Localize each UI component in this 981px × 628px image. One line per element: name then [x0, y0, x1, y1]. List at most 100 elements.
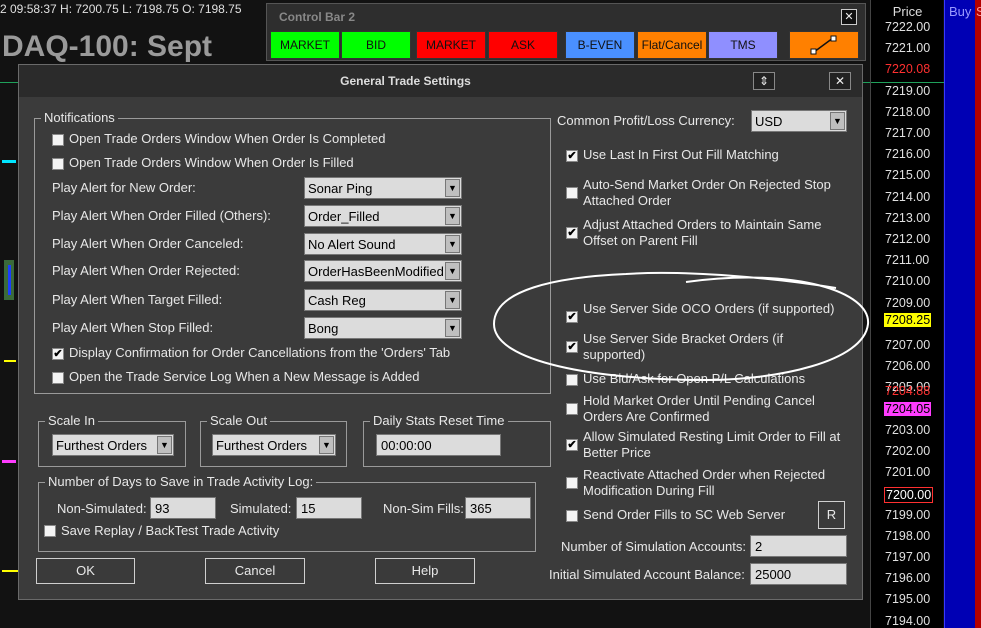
alert-sound-value: Order_Filled: [308, 209, 380, 224]
control-bar-button-bid-1[interactable]: BID: [341, 31, 411, 59]
days-to-save-title: Number of Days to Save in Trade Activity…: [45, 474, 317, 489]
alert-sound-value: Bong: [308, 321, 339, 336]
scale-out-title: Scale Out: [207, 413, 271, 428]
price-tick: 7211.00: [885, 253, 930, 268]
line-tool-icon: [810, 35, 837, 55]
right-option-label: Use Last In First Out Fill Matching: [583, 147, 779, 162]
chevron-down-icon[interactable]: ▼: [445, 262, 460, 280]
scale-in-value: Furthest Orders: [56, 438, 148, 453]
price-tick: 7197.00: [885, 550, 931, 564]
alert-sound-select[interactable]: Order_Filled ▼: [304, 205, 462, 227]
chevron-down-icon[interactable]: ▼: [319, 436, 334, 454]
chevron-down-icon[interactable]: ▼: [445, 235, 460, 253]
price-tick: 7201.00: [885, 465, 931, 480]
updown-arrows-icon[interactable]: ⇕: [753, 72, 775, 90]
right-option-label: Auto-Send Market Order On Rejected Stop …: [583, 177, 831, 208]
chevron-down-icon[interactable]: ▼: [445, 207, 460, 225]
non-simulated-field[interactable]: 93: [150, 497, 216, 519]
right-option-checkbox[interactable]: ✔: [566, 227, 578, 239]
control-bar-button-market-0[interactable]: MARKET: [270, 31, 340, 59]
price-tick: 7199.00: [885, 507, 931, 522]
chart-info-line: 2 09:58:37 H: 7200.75 L: 7198.75 O: 7198…: [0, 2, 242, 16]
daily-stats-title: Daily Stats Reset Time: [370, 413, 508, 428]
price-tick: 7207.00: [885, 338, 931, 352]
control-bar-button-b-even-4[interactable]: B-EVEN: [565, 31, 635, 59]
right-option-label: Adjust Attached Orders to Maintain Same …: [583, 217, 822, 248]
alert-sound-value: No Alert Sound: [308, 237, 396, 252]
control-bar-button-tms-6[interactable]: TMS: [708, 31, 778, 59]
chevron-down-icon[interactable]: ▼: [445, 291, 460, 309]
ok-button[interactable]: OK: [36, 558, 135, 584]
chevron-down-icon[interactable]: ▼: [445, 179, 460, 197]
chart-tool-button[interactable]: [789, 31, 859, 59]
alert-sound-value: Cash Reg: [308, 293, 366, 308]
alert-sound-value: Sonar Ping: [308, 181, 373, 196]
right-option-label: Use Server Side Bracket Orders (if suppo…: [583, 331, 784, 362]
control-bar-button-flat-cancel-5[interactable]: Flat/Cancel: [637, 31, 707, 59]
init-balance-field[interactable]: 25000: [750, 563, 847, 585]
right-option-label: Allow Simulated Resting Limit Order to F…: [583, 429, 841, 460]
buy-column[interactable]: Buy: [944, 0, 975, 628]
chart-bar: [2, 570, 18, 572]
right-option-checkbox[interactable]: ✔: [566, 341, 578, 353]
price-tick: 7196.00: [885, 571, 931, 586]
right-option-checkbox[interactable]: [566, 187, 578, 199]
chart-bar: [2, 460, 16, 463]
chevron-down-icon[interactable]: ▼: [445, 319, 460, 337]
general-trade-settings-dialog[interactable]: General Trade Settings ⇕ ✕ Notifications…: [18, 64, 863, 600]
right-option-label: Send Order Fills to SC Web Server: [583, 507, 786, 522]
scale-out-select[interactable]: Furthest Orders ▼: [212, 434, 336, 456]
notification-checkbox[interactable]: [52, 134, 64, 146]
alert-sound-select[interactable]: Cash Reg ▼: [304, 289, 462, 311]
price-tick: 7214.00: [885, 189, 931, 204]
alert-sound-select[interactable]: Sonar Ping ▼: [304, 177, 462, 199]
right-option-checkbox[interactable]: [566, 403, 578, 415]
currency-value: USD: [755, 114, 783, 129]
control-bar-close-button[interactable]: ✕: [841, 9, 857, 25]
notification-checkbox[interactable]: [52, 158, 64, 170]
price-tick: 7212.00: [885, 232, 931, 246]
notification-checkbox[interactable]: [52, 372, 64, 384]
notifications-title: Notifications: [41, 110, 118, 125]
right-option-label: Use Server Side OCO Orders (if supported…: [583, 301, 835, 316]
sell-column[interactable]: S: [975, 0, 981, 628]
alert-sound-select[interactable]: OrderHasBeenModified ▼: [304, 260, 462, 282]
right-option-checkbox[interactable]: [566, 477, 578, 489]
control-bar-button-ask-3[interactable]: ASK: [488, 31, 558, 59]
currency-select[interactable]: USD ▼: [751, 110, 847, 132]
price-scale[interactable]: Price 7222.00 7221.00 7219.00 7218.00 7217.0…: [870, 0, 944, 628]
price-tick: 7202.00: [885, 444, 931, 458]
alert-sound-select[interactable]: No Alert Sound ▼: [304, 233, 462, 255]
right-option-checkbox[interactable]: [566, 510, 578, 522]
alert-label: Play Alert When Target Filled:: [52, 292, 223, 307]
scale-in-select[interactable]: Furthest Orders ▼: [52, 434, 174, 456]
chart-symbol-title: DAQ-100: Sept: [2, 30, 213, 63]
price-tick: 7194.00: [885, 613, 931, 628]
right-option-checkbox[interactable]: ✔: [566, 311, 578, 323]
control-bar-button-market-2[interactable]: MARKET: [416, 31, 486, 59]
chevron-down-icon[interactable]: ▼: [157, 436, 172, 454]
daily-stats-reset-time-field[interactable]: 00:00:00: [376, 434, 501, 456]
simulated-field[interactable]: 15: [296, 497, 362, 519]
dialog-close-button[interactable]: ✕: [829, 72, 851, 90]
right-option-checkbox[interactable]: ✔: [566, 150, 578, 162]
buy-header: Buy: [949, 4, 972, 19]
help-button[interactable]: Help: [375, 558, 475, 584]
price-tick: 7217.00: [885, 126, 931, 140]
notification-checkbox[interactable]: ✔: [52, 348, 64, 360]
non-sim-fills-field[interactable]: 365: [465, 497, 531, 519]
cancel-button[interactable]: Cancel: [205, 558, 305, 584]
control-bar[interactable]: Control Bar 2 ✕ MARKET BID MARKET ASK B-EVEN…: [266, 3, 866, 61]
right-option-checkbox[interactable]: [566, 374, 578, 386]
alert-label: Play Alert When Order Canceled:: [52, 236, 244, 251]
save-replay-label: Save Replay / BackTest Trade Activity: [61, 523, 280, 538]
non-simulated-label: Non-Simulated:: [57, 501, 147, 516]
dialog-titlebar[interactable]: General Trade Settings ⇕ ✕: [19, 65, 862, 97]
chevron-down-icon[interactable]: ▼: [830, 112, 845, 130]
save-replay-checkbox[interactable]: [44, 525, 56, 537]
alert-sound-select[interactable]: Bong ▼: [304, 317, 462, 339]
right-option-checkbox[interactable]: ✔: [566, 439, 578, 451]
days-to-save-group: Number of Days to Save in Trade Activity…: [38, 474, 536, 552]
price-tick: 7206.00: [885, 359, 931, 374]
num-sim-accounts-field[interactable]: 2: [750, 535, 847, 557]
